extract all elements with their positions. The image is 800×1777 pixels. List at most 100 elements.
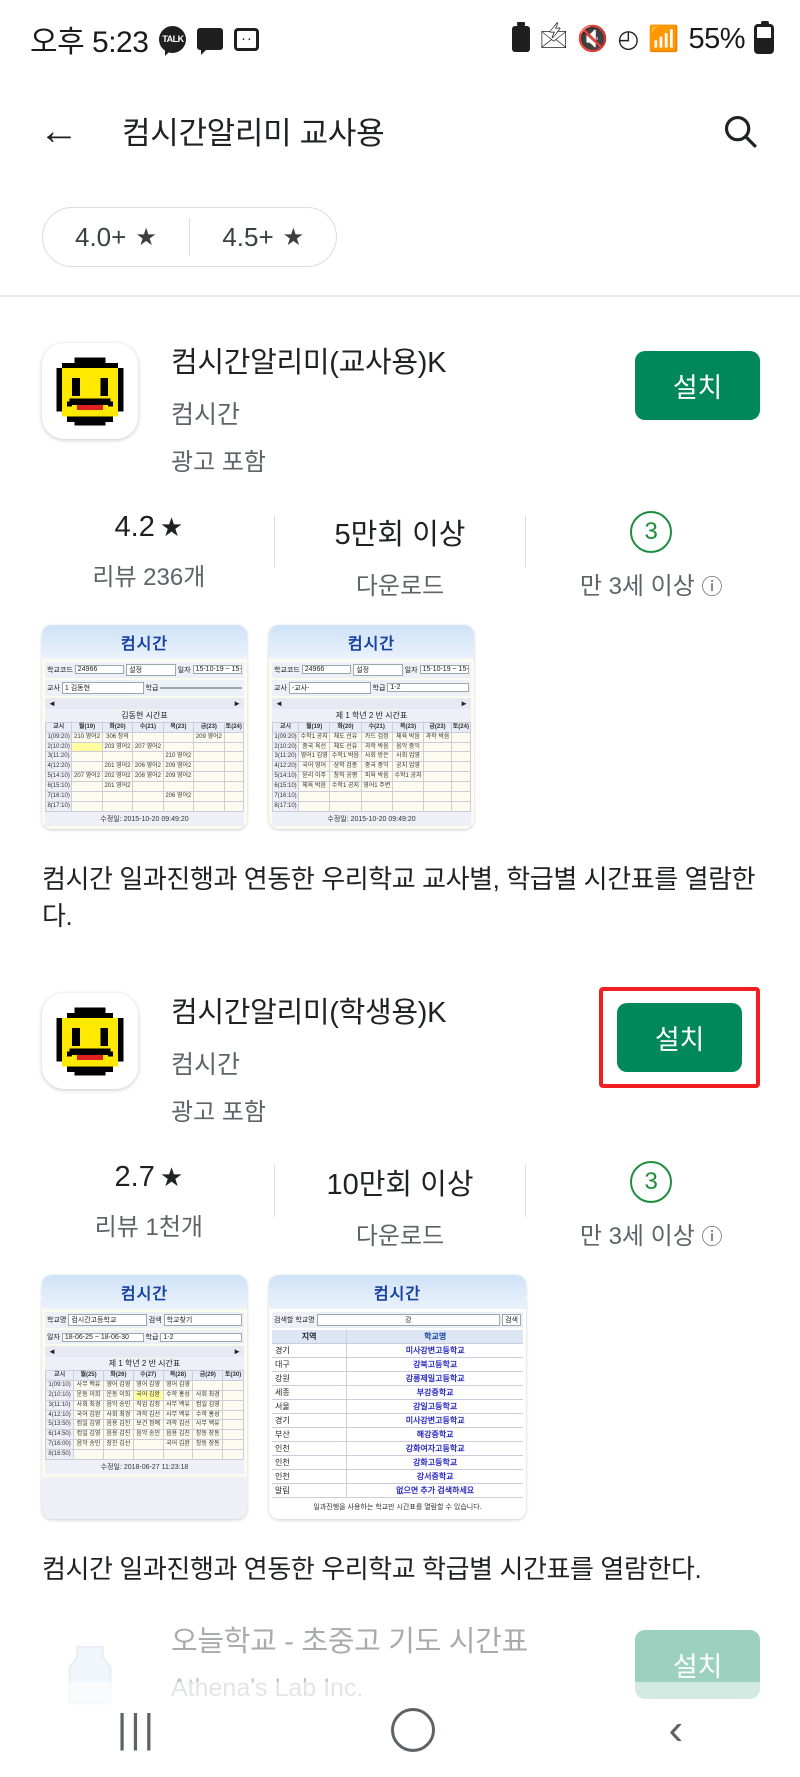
table-row: 3(11:20) 영어1 김영 수학1 박음 사회 방은 사회 업영 [271,751,472,763]
age-badge-icon: 3 [630,510,673,553]
app-title: 오늘학교 - 초중고 기도 시간표 [171,1626,528,1659]
app-list-item[interactable]: 컴시간알리미(교사용)K 컴시간 광고 포함 설치 4.2 ★ 리뷰 236개 … [0,297,800,933]
screenshot-body: 학교명 컴시간고등학교 검색 학교찾기 일자 18-06-25 ~ 18-06-… [42,1309,247,1478]
table-row: 6(15:10) 체육 박음 수학1 공지 영어1 주변 [271,781,472,792]
table-row: 경기 미사강변고등학교 [272,1414,523,1429]
rating-value-wrap: 4.2 ★ [24,511,274,544]
control-button: 설정 [353,663,403,676]
col-head: 교시 [44,1370,75,1381]
star-icon: ★ [159,511,184,542]
message-square-icon [234,27,260,51]
table-row: 5(14:10) 207 영어2 202 영어2 208 영어2 209 영어2 [44,771,245,783]
timetable-title: 김동현 시간표 [45,708,244,722]
screenshot-footer: 수정일: 2015-10-20 09:49:20 [45,811,244,826]
table-row: 인천 강화여자고등학교 [272,1442,523,1457]
screenshot-thumbnail[interactable]: 컴시간 학교코드 24966 설정 일자 15-10-19 ~ 15-10-24… [269,624,474,829]
screenshot-note: 일과진행을 사용하는 학교만 시간표를 열람할 수 있습니다. [313,1504,482,1512]
table-row: 2(10:20) 203 영어2 207 영어2 [44,741,245,753]
star-icon: ★ [135,223,157,251]
table-row: 2(10:10) 운동 이희 운동 이희 국어 김완 수학 홍성 사회 최경 [44,1389,244,1401]
control-label: 학교코드 [47,666,73,674]
screenshot-nav-row: ◄ ► [272,697,471,709]
table-row: 8(17:10) [44,800,245,812]
app-list-item[interactable]: 컴시간알리미(학생용)K 컴시간 광고 포함 설치 2.7 ★ 리뷰 1천개 1… [0,933,800,1586]
timetable-header-row: 교시 월(19) 화(20) 수(21) 목(23) 금(23) 토(24) [44,721,245,733]
col-head: 금(23) [193,721,225,733]
table-row: 4(12:20) 국어 영어 상학 검종 중국 중익 공지 업영 [271,761,472,773]
review-count: 리뷰 1천개 [94,1214,203,1242]
screenshot-body: 검색할 학교명 강 검색 지역 학교명 경기 미사강변고등학교 대구 강북고등학교 … [269,1309,526,1520]
timetable-title: 제 1 학년 2 반 시간표 [45,1357,244,1371]
control-value [160,686,242,689]
table-row: 6(14:50) 컴일 김영 음용 김진 음악 송민 음용 김진 창동 장동 [44,1429,244,1441]
app-description: 컴시간 일과진행과 연동한 우리학교 교사별, 학급별 시간표를 열람한다. [42,863,756,931]
col-head: 목(28) [162,1370,194,1381]
table-row: 부산 해강중학교 [272,1428,523,1443]
filter-chip-4.5[interactable]: 4.5+ ★ [190,208,336,266]
app-bar: ← 컴시간알리미 교사용 [0,78,800,183]
mute-vibrate-icon: 🔇 [577,24,609,53]
screenshot-thumbnail[interactable]: 컴시간 학교코드 24966 설정 일자 15-10-19 ~ 15-10-24… [42,624,247,829]
col-head: 금(23) [423,721,452,733]
timetable-header-row: 교시 월(19) 화(20) 수(21) 목(23) 금(23) 토(24) [271,721,472,733]
screenshot-header: 컴시간 [269,624,474,659]
control-row: 학교코드 24966 설정 일자 15-10-19 ~ 15-10-24 [272,661,471,678]
control-value: 24966 [301,665,352,675]
table-row: 인천 강화고등학교 [272,1456,523,1471]
screenshot-thumbnail[interactable]: 컴시간 검색할 학교명 강 검색 지역 학교명 경기 미사강변고등학교 대구 강북고… [269,1275,526,1520]
table-row: 3(11:10) 사회 최경 음악 송민 직업 김정 사무 백유 컴일 김영 [44,1399,244,1411]
downloads-value: 10만회 이상 [326,1169,474,1202]
control-label: 교사 [274,684,287,692]
info-icon[interactable]: ⓘ [702,1226,723,1249]
recents-icon[interactable]: ||| [117,1707,157,1752]
table-row: 경기 미사강변고등학교 [272,1344,523,1359]
col-head: 금(29) [192,1370,224,1381]
screenshot-thumbnail[interactable]: 컴시간 학교명 컴시간고등학교 검색 학교찾기 일자 18-06-25 ~ 18… [42,1275,247,1520]
table-row: 7(16:10) 206 영어2 [44,790,245,802]
control-button: 설정 [126,663,176,676]
screenshot-strip[interactable]: 컴시간 학교명 컴시간고등학교 검색 학교찾기 일자 18-06-25 ~ 18… [0,1251,800,1520]
table-row: 1(09:10) 사무 백유 영어 김영 영어 김영 영어 김영 [44,1379,244,1391]
screenshot-header: 컴시간 [42,1275,247,1310]
table-row: 인천 강서중학교 [272,1470,523,1485]
col-head: 교시 [44,721,73,733]
age-badge-icon: 3 [630,1161,673,1204]
search-input: 강 [316,1314,501,1327]
info-icon[interactable]: ⓘ [702,576,723,599]
search-button: 검색 [502,1314,521,1327]
col-head: 수(21) [132,721,164,733]
rating-stat: 4.2 ★ 리뷰 236개 [24,511,274,592]
app-icon-smiley [42,992,138,1089]
install-button[interactable]: 설치 [634,350,760,420]
downloads-label: 다운로드 [355,1223,445,1251]
control-value: -교사- [288,681,371,694]
back-button[interactable]: ← [32,104,86,158]
table-row: 8(16:50) [44,1449,244,1461]
app-stats-row: 2.7 ★ 리뷰 1천개 10만회 이상 다운로드 3 만 3세 이상 ⓘ [0,1127,800,1251]
screenshot-body: 학교코드 24966 설정 일자 15-10-19 ~ 15-10-24 교사 … [42,658,247,829]
screenshot-nav-row: ◄ ► [45,1346,244,1358]
back-icon[interactable]: ‹ [668,1705,683,1755]
control-label: 일자 [404,666,418,674]
app-title: 컴시간알리미(교사용)K [171,346,447,379]
app-icon-smiley [42,342,138,439]
col-head: 토(24) [450,721,472,733]
filter-chip-4.0[interactable]: 4.0+ ★ [43,208,189,266]
control-label: 학교명 [47,1317,67,1325]
install-button[interactable]: 설치 [616,1002,742,1072]
app-description: 컴시간 일과진행과 연동한 우리학교 학급별 시간표를 열람한다. [42,1554,702,1585]
table-row: 세종 부강중학교 [272,1386,523,1401]
timetable-title: 제 1 학년 2 반 시간표 [272,708,471,722]
timetable-header-row: 교시 월(25) 화(26) 수(27) 목(28) 금(29) 토(30) [44,1370,244,1381]
control-value: 1 김동현 [61,681,144,694]
timetable: 교시 월(19) 화(20) 수(21) 목(23) 금(23) 토(24) 1… [44,721,245,812]
control-value: 15-10-19 ~ 15-10-24 [192,665,243,675]
age-label-wrap: 만 3세 이상 ⓘ [526,566,776,601]
home-icon[interactable] [390,1707,435,1752]
signal-icon: 📶 [648,24,680,53]
message-icon [197,28,224,55]
search-icon[interactable] [712,103,768,159]
screenshot-strip[interactable]: 컴시간 학교코드 24966 설정 일자 15-10-19 ~ 15-10-24… [0,601,800,829]
app-info: 컴시간알리미(학생용)K 컴시간 광고 포함 [138,993,599,1127]
app-title: 컴시간알리미(학생용)K [171,996,447,1029]
